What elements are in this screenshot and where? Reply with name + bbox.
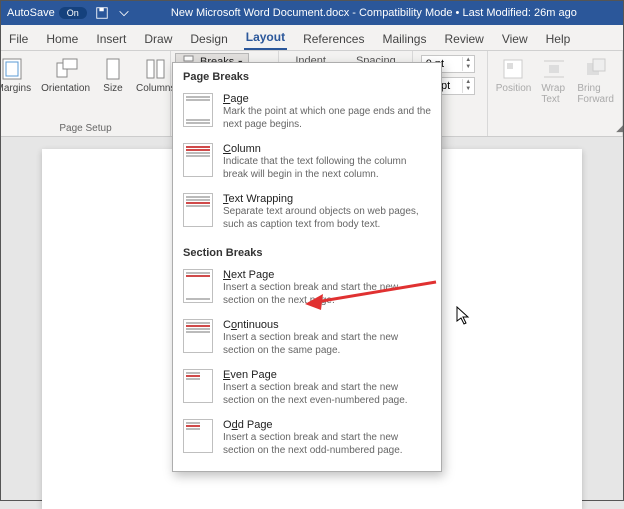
next-page-break-icon [183,269,213,303]
page-breaks-header: Page Breaks [173,63,441,89]
break-column[interactable]: ColumnIndicate that the text following t… [173,139,441,189]
tab-mailings[interactable]: Mailings [380,28,428,50]
continuous-desc: Insert a section break and start the new… [223,331,431,357]
position-label: Position [496,83,532,94]
wrap-text-icon [541,57,567,81]
break-odd-page[interactable]: Odd PageInsert a section break and start… [173,415,441,465]
bring-forward-button: Bring Forward [575,55,616,107]
continuous-break-icon [183,319,213,353]
tab-view[interactable]: View [500,28,530,50]
wrap-text-label: Wrap Text [541,83,567,105]
chevron-down-icon[interactable] [117,6,131,20]
breaks-dropdown: Page Breaks PPageageMark the point at wh… [172,62,442,472]
mouse-cursor-icon [456,306,470,326]
group-arrange: Position Wrap Text Bring Forward [487,51,623,136]
odd-page-break-icon [183,419,213,453]
oddpage-title: Odd Page [223,419,431,431]
orientation-icon [53,57,79,81]
title-bar: AutoSave On New Microsoft Word Document.… [1,1,623,25]
orientation-button[interactable]: Orientation [39,55,92,96]
spinner-icon[interactable]: ▲▼ [462,79,474,93]
evenpage-desc: Insert a section break and start the new… [223,381,431,407]
position-button: Position [494,55,534,107]
autosave-pill: On [59,7,87,19]
size-label: Size [103,83,122,94]
dialog-launcher-icon[interactable]: ◢ [616,123,623,134]
autosave-label: AutoSave [7,7,55,19]
continuous-title: Continuous [223,319,431,331]
page-break-icon [183,93,213,127]
size-icon [100,57,126,81]
tab-draw[interactable]: Draw [142,28,174,50]
column-break-icon [183,143,213,177]
break-continuous[interactable]: ContinuousInsert a section break and sta… [173,315,441,365]
margins-label: Margins [0,83,31,94]
tab-review[interactable]: Review [442,28,485,50]
spinner-icon[interactable]: ▲▼ [462,57,474,71]
page-setup-label: Page Setup [7,123,164,134]
tab-references[interactable]: References [301,28,366,50]
position-icon [501,57,527,81]
column-desc: Indicate that the text following the col… [223,155,431,181]
page-break-desc: Mark the point at which one page ends an… [223,105,431,131]
text-wrap-break-icon [183,193,213,227]
textwrap-desc: Separate text around objects on web page… [223,205,431,231]
ribbon-tabs: File Home Insert Draw Design Layout Refe… [1,25,623,51]
columns-label: Columns [136,83,175,94]
save-icon[interactable] [95,6,109,20]
bring-forward-label: Bring Forward [577,83,614,105]
tab-layout[interactable]: Layout [244,26,287,50]
annotation-arrow [301,276,441,316]
tab-file[interactable]: File [7,28,30,50]
even-page-break-icon [183,369,213,403]
margins-icon [0,57,26,81]
tab-home[interactable]: Home [44,28,80,50]
margins-button[interactable]: Margins [0,55,33,96]
orientation-label: Orientation [41,83,90,94]
tab-help[interactable]: Help [544,28,573,50]
columns-icon [143,57,169,81]
wrap-text-button: Wrap Text [539,55,569,107]
break-text-wrapping[interactable]: Text WrappingSeparate text around object… [173,189,441,239]
textwrap-title: Text Wrapping [223,193,431,205]
bring-forward-icon [583,57,609,81]
size-button[interactable]: Size [98,55,128,96]
evenpage-title: Even Page [223,369,431,381]
section-breaks-header: Section Breaks [173,239,441,265]
oddpage-desc: Insert a section break and start the new… [223,431,431,457]
tab-design[interactable]: Design [188,28,229,50]
group-page-setup: Margins Orientation Size Columns Page Se… [1,51,171,136]
autosave-toggle[interactable]: AutoSave On [7,7,87,19]
column-title: Column [223,143,431,155]
break-even-page[interactable]: Even PageInsert a section break and star… [173,365,441,415]
document-title: New Microsoft Word Document.docx - Compa… [131,7,617,19]
break-page[interactable]: PPageageMark the point at which one page… [173,89,441,139]
tab-insert[interactable]: Insert [94,28,128,50]
